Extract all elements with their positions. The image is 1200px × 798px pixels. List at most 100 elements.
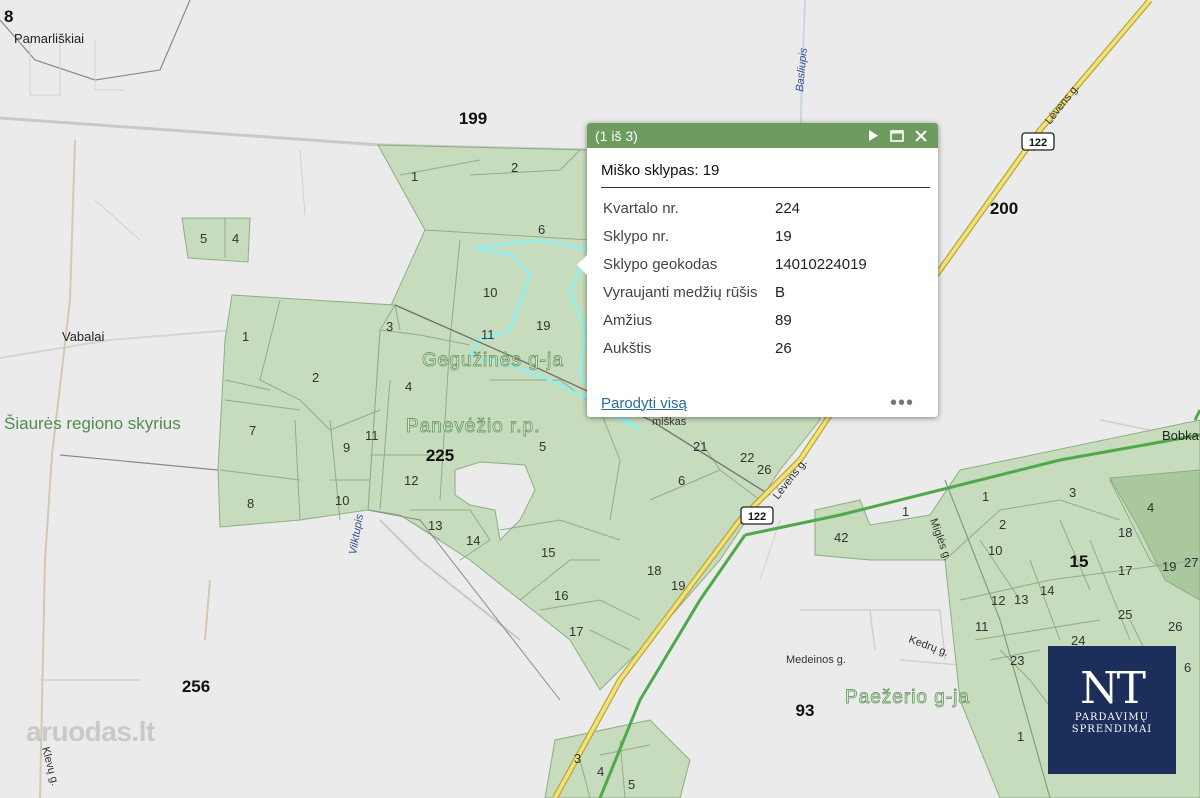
quarter-200: 200 [990, 199, 1018, 218]
river-vilktupis: Vilktupis [347, 513, 366, 556]
parcel-number: 1 [982, 489, 989, 504]
parcel-number: 3 [386, 319, 393, 334]
parcel-number: 1 [1017, 729, 1024, 744]
parcel-number: 2 [511, 160, 518, 175]
parcel-number: 12 [991, 593, 1005, 608]
parcel-number: 2 [312, 370, 319, 385]
nt-logo-line1: PARDAVIMŲ [1074, 712, 1150, 723]
parcel-number: 17 [1118, 563, 1132, 578]
field-key: Kvartalo nr. [603, 200, 679, 217]
street-levens-top: Lėvens g. [1043, 82, 1082, 127]
parcel-number: 14 [1040, 583, 1054, 598]
attribute-table: Kvartalo nr. 224 Sklypo nr. 19 Sklypo geok… [599, 196, 873, 364]
popup-pointer [577, 255, 587, 275]
field-key: Aukštis [603, 340, 652, 357]
parcel-number: 12 [404, 473, 418, 488]
parcel-number: 8 [247, 496, 254, 511]
parcel-number: 18 [647, 563, 661, 578]
field-value: 14010224019 [775, 256, 867, 273]
parcel-number: 14 [466, 533, 480, 548]
parcel-number: 4 [1147, 500, 1154, 515]
parcel-number: 25 [1118, 607, 1132, 622]
parcel-number: 11 [975, 619, 989, 634]
popup-title: Miško sklypas: 19 [601, 162, 930, 188]
parcel-number: 19 [536, 318, 550, 333]
aruodas-watermark: aruodas.lt [26, 716, 155, 747]
parcel-number: 1 [902, 504, 909, 519]
parcel-number: 3 [1069, 485, 1076, 500]
field-value: B [775, 284, 786, 301]
parcel-number: 4 [232, 231, 239, 246]
place-vabalai: Vabalai [62, 329, 105, 344]
parcel-info-popup: (1 iš 3) Miško sklypas: 19 Kvartalo nr. 2… [577, 123, 938, 417]
parcel-number: 6 [678, 473, 685, 488]
field-value: 19 [775, 228, 792, 245]
parcel-number: 22 [740, 450, 754, 465]
quarter-93: 93 [796, 701, 815, 720]
parcel-number: 26 [757, 462, 771, 477]
road-shield-122-top: 122 [1021, 132, 1055, 151]
parcel-number: 3 [574, 751, 581, 766]
parcel-number: 4 [405, 379, 412, 394]
street-medeinos: Medeinos g. [786, 654, 846, 666]
parcel-number: 13 [1014, 592, 1028, 607]
parcel-number: 18 [1118, 525, 1132, 540]
road-shield-122-bottom: 122 [740, 506, 774, 525]
parcel-number: 16 [554, 588, 568, 603]
parcel-number: 27 [1184, 555, 1198, 570]
table-row: Aukštis 26 [599, 336, 873, 364]
parcel-number: 21 [693, 439, 707, 454]
quarter-15: 15 [1070, 552, 1089, 571]
place-pamarliskiai: Pamarliškiai [14, 31, 84, 46]
parcel-number: 10 [483, 285, 497, 300]
parcel-number: 10 [335, 493, 349, 508]
region-paezerio: Paežerio g-ja [845, 687, 970, 708]
table-row: Vyraujanti medžių rūšis B [599, 280, 873, 308]
parcel-number: 15 [541, 545, 555, 560]
green-line-ne [1193, 409, 1200, 421]
region-geguzines: Gegužinės g-ja [422, 350, 564, 371]
parcel-number: 6 [1184, 660, 1191, 675]
close-icon[interactable] [910, 125, 932, 147]
quarter-199: 199 [459, 109, 487, 128]
parcel-number: 5 [200, 231, 207, 246]
more-actions-icon[interactable]: ••• [890, 393, 914, 413]
field-key: Sklypo geokodas [603, 256, 718, 273]
quarter-8-edge: 8 [4, 7, 13, 26]
parcel-number: 9 [343, 440, 350, 455]
maximize-icon[interactable] [886, 125, 908, 147]
quarter-256: 256 [182, 677, 210, 696]
table-row: Sklypo nr. 19 [599, 224, 873, 252]
field-value: 26 [775, 340, 792, 357]
table-row: Kvartalo nr. 224 [599, 196, 873, 224]
svg-text:122: 122 [748, 511, 766, 523]
next-feature-icon[interactable] [862, 125, 884, 147]
parcel-number: 11 [481, 327, 495, 342]
field-value: 224 [775, 200, 801, 217]
parcel-number: 26 [1168, 619, 1182, 634]
parcel-number: 23 [1010, 653, 1024, 668]
svg-text:122: 122 [1029, 137, 1047, 149]
parcel-number: 1 [411, 169, 418, 184]
region-panevezio: Panevėžio r.p. [406, 416, 540, 437]
parcel-number: 2 [999, 517, 1006, 532]
parcel-number: 5 [539, 439, 546, 454]
river-basliupis: Basliupis [794, 47, 810, 92]
table-row: Sklypo geokodas 14010224019 [599, 252, 873, 280]
place-bobka: Bobka [1162, 428, 1200, 443]
parcel-number: 42 [834, 530, 848, 545]
parcel-number: 7 [249, 423, 256, 438]
show-all-link[interactable]: Parodyti visą [601, 395, 687, 412]
parcel-number: 19 [671, 578, 685, 593]
parcel-number: 11 [365, 428, 379, 443]
nt-logo: NT PARDAVIMŲ SPRENDIMAI [1048, 646, 1176, 774]
parcel-number: 10 [988, 543, 1002, 558]
field-key: Vyraujanti medžių rūšis [603, 284, 758, 301]
field-key: Amžius [603, 312, 653, 329]
table-row: Amžius 89 [599, 308, 873, 336]
street-klevu: Klevų g. [39, 746, 61, 788]
nt-logo-line2: SPRENDIMAI [1071, 724, 1153, 735]
parcel-number: 19 [1162, 559, 1176, 574]
parcel-number: 4 [597, 764, 604, 779]
parcel-number: 6 [538, 222, 545, 237]
